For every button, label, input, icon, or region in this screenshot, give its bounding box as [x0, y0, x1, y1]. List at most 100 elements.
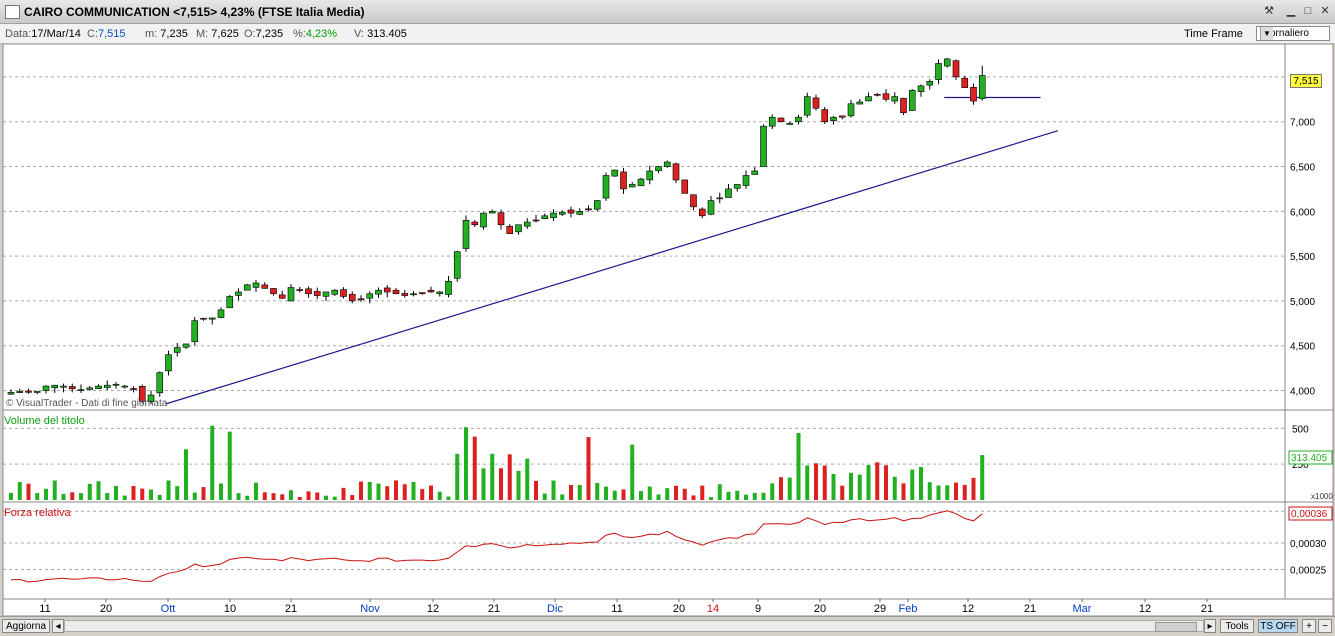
candle-body [655, 166, 662, 172]
candle-body [68, 386, 76, 390]
candle-body [891, 96, 899, 102]
rs-panel[interactable] [2, 501, 1286, 600]
candle-body [637, 178, 645, 187]
x-tick-label: Ott [161, 603, 176, 615]
candle [637, 177, 645, 187]
volume-bar [87, 483, 92, 500]
candle-body [628, 184, 636, 188]
volume-bar [612, 490, 617, 500]
max-label: M: 7,625 [196, 28, 239, 40]
maximize-icon[interactable]: □ [1300, 4, 1316, 18]
volume-bar [52, 480, 57, 500]
price-panel[interactable] [2, 44, 1286, 411]
candle [462, 215, 470, 252]
price-tick-label: 6,000 [1290, 207, 1315, 218]
volume-bar [936, 485, 941, 500]
candle-body [235, 291, 242, 296]
candle-body [130, 388, 137, 390]
candle-body [821, 109, 829, 122]
x-tick-label: 11 [39, 603, 50, 615]
candle-body [340, 289, 347, 297]
candle-body [865, 96, 872, 102]
scroll-left-icon[interactable]: ◂ [52, 619, 64, 633]
volume-bar [429, 485, 433, 500]
volume-bar [595, 482, 600, 500]
candle-body [716, 197, 724, 200]
candle [156, 371, 164, 397]
volume-tick-label: 500 [1292, 424, 1309, 435]
close-icon[interactable]: ✕ [1317, 4, 1333, 18]
chevron-down-icon[interactable]: ▼ [1260, 27, 1273, 40]
window-titlebar: CAIRO COMMUNICATION <7,515> 4,23% (FTSE … [0, 0, 1335, 24]
candle [602, 172, 610, 201]
candle-body [515, 224, 522, 233]
candle-body [795, 116, 802, 123]
x-tick-label: 12 [962, 603, 974, 615]
volume-bar [822, 465, 827, 500]
candle-body [900, 97, 907, 114]
candle [908, 89, 916, 111]
volume-bar [254, 482, 258, 500]
volume-bar [604, 486, 608, 500]
candle-body [926, 81, 934, 86]
candle-body [226, 296, 234, 309]
candle-body [550, 212, 557, 219]
candle-body [313, 291, 321, 296]
x-tick-label: 12 [427, 603, 439, 615]
zoom-out-button[interactable]: − [1318, 619, 1332, 633]
candle-body [392, 289, 400, 295]
candle-body [742, 175, 750, 186]
minimize-icon[interactable]: ▁ [1283, 4, 1299, 18]
candle [943, 57, 951, 68]
volume-multiplier: x1000 [1311, 492, 1333, 501]
candle-body [331, 289, 339, 295]
candle-body [751, 170, 759, 175]
min-label: m: 7,235 [145, 28, 188, 40]
x-tick-label: 21 [1201, 603, 1213, 615]
zoom-in-button[interactable]: + [1302, 619, 1316, 633]
aggiorna-button[interactable]: Aggiorna [2, 619, 50, 633]
price-tick-label: 5,000 [1290, 297, 1315, 308]
tools-button[interactable]: Tools [1220, 619, 1254, 633]
candle-body [348, 293, 356, 302]
volume-bar [796, 432, 801, 500]
scroll-right-icon[interactable]: ▸ [1204, 619, 1216, 633]
ts-off-button[interactable]: TS OFF [1258, 619, 1298, 633]
chart-area[interactable]: 7,0006,5006,0005,5005,0004,5004,00050025… [0, 44, 1335, 616]
volume-bar [490, 453, 495, 500]
scrollbar-thumb[interactable] [1155, 622, 1197, 632]
volume-bar [656, 494, 661, 500]
volume-bar [464, 427, 468, 500]
volume-bar [114, 485, 118, 500]
candle-body [497, 212, 505, 226]
candle-body [646, 170, 654, 181]
candle-body [401, 293, 409, 296]
volume-bar [849, 472, 853, 500]
volume-panel[interactable] [2, 409, 1286, 503]
volume-bar [394, 480, 398, 500]
volume-bar [262, 492, 267, 500]
volume-bar [577, 484, 582, 500]
candle-body [95, 385, 102, 389]
timeframe-select[interactable]: Giornaliero ▼ [1256, 26, 1330, 41]
volume-bar [971, 477, 976, 500]
volume-bar [472, 436, 477, 500]
volume-bar [682, 488, 687, 500]
candle-body [707, 200, 715, 215]
volume-bar [525, 458, 530, 500]
time-axis [2, 598, 1334, 616]
volume-bar [919, 467, 923, 500]
volume-bar [70, 492, 75, 500]
horizontal-scrollbar[interactable] [64, 620, 1204, 632]
candle-body [60, 385, 67, 388]
candle [952, 59, 960, 80]
candle-body [200, 317, 207, 320]
candle-body [217, 309, 225, 318]
volume-bar [157, 494, 162, 500]
candle [821, 106, 829, 124]
volume-bar [744, 494, 748, 500]
app-icon [5, 5, 20, 19]
volume-bar [61, 493, 66, 500]
tools-icon[interactable]: ⚒ [1261, 4, 1277, 18]
candle-body [961, 77, 969, 88]
